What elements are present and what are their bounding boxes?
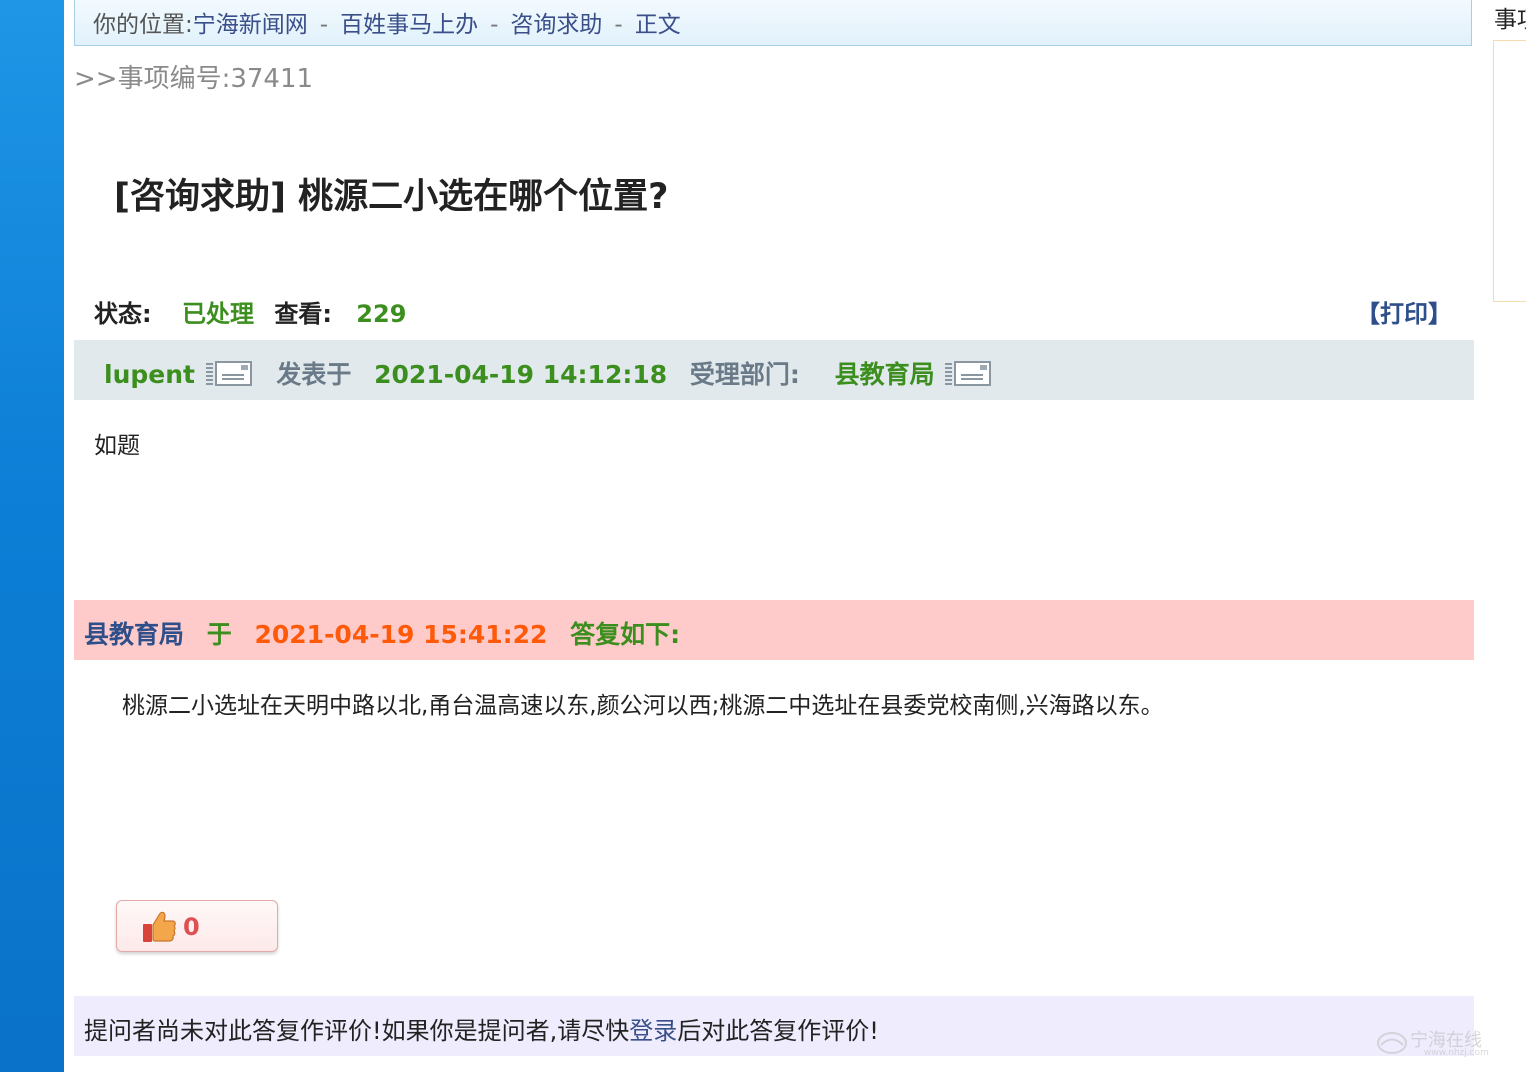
status-label: 状态: bbox=[94, 300, 152, 328]
left-decorative-bar bbox=[0, 0, 64, 1072]
thumbs-up-icon bbox=[143, 911, 176, 942]
question-body: 如题 bbox=[94, 433, 140, 459]
watermark-url: www.nhzj.com bbox=[1424, 1048, 1489, 1058]
reply-body: 桃源二小选址在天明中路以北,甬台温高速以东,颜公河以西;桃源二中选址在县委党校南… bbox=[122, 693, 1164, 719]
posted-time: 2021-04-19 14:12:18 bbox=[374, 360, 668, 389]
item-number: >>事项编号:37411 bbox=[74, 64, 314, 94]
reply-label: 答复如下: bbox=[570, 620, 681, 649]
status-row: 状态: 已处理 查看: 229 【打印】 bbox=[94, 294, 1452, 329]
watermark-logo-icon bbox=[1377, 1032, 1407, 1054]
breadcrumb-separator: - bbox=[490, 12, 499, 38]
poster-bar: lupent 发表于 2021-04-19 14:12:18 受理部门: 县教育… bbox=[74, 340, 1474, 400]
right-panel-box bbox=[1493, 40, 1526, 302]
author-link[interactable]: lupent bbox=[104, 360, 195, 389]
page-title: [咨询求助] 桃源二小选在哪个位置? bbox=[114, 177, 669, 217]
reply-at-label: 于 bbox=[206, 620, 232, 649]
breadcrumb-separator: - bbox=[319, 12, 329, 38]
views-count: 229 bbox=[356, 300, 407, 328]
like-count: 0 bbox=[183, 913, 200, 941]
reply-dept: 县教育局 bbox=[84, 620, 185, 649]
message-author-icon[interactable] bbox=[204, 359, 254, 387]
evaluation-text-after: 后对此答复作评价! bbox=[677, 1017, 879, 1045]
breadcrumb-prefix: 你的位置: bbox=[93, 12, 193, 38]
main-content: 你的位置:宁海新闻网 - 百姓事马上办 - 咨询求助 - 正文 >>事项编号:37411 [… bbox=[74, 0, 1474, 1072]
like-button[interactable]: 0 bbox=[116, 900, 278, 952]
breadcrumb: 你的位置:宁海新闻网 - 百姓事马上办 - 咨询求助 - 正文 bbox=[74, 0, 1472, 46]
views-label: 查看: bbox=[274, 300, 332, 328]
message-dept-icon[interactable] bbox=[943, 359, 993, 387]
reply-header: 县教育局 于 2021-04-19 15:41:22 答复如下: bbox=[74, 600, 1474, 660]
breadcrumb-separator: - bbox=[614, 12, 623, 38]
site-watermark: 宁海在线 www.nhzj.com bbox=[1376, 1024, 1516, 1064]
status-value: 已处理 bbox=[181, 300, 254, 328]
breadcrumb-item-home[interactable]: 宁海新闻网 bbox=[193, 12, 308, 38]
right-panel-heading: 事项 bbox=[1494, 7, 1526, 33]
evaluation-notice: 提问者尚未对此答复作评价!如果你是提问者,请尽快登录后对此答复作评价! bbox=[74, 996, 1474, 1056]
reply-time: 2021-04-19 15:41:22 bbox=[254, 620, 548, 649]
login-link[interactable]: 登录 bbox=[629, 1017, 677, 1045]
breadcrumb-item-section[interactable]: 百姓事马上办 bbox=[340, 12, 478, 38]
dept-label: 受理部门: bbox=[689, 360, 800, 389]
evaluation-text-before: 提问者尚未对此答复作评价!如果你是提问者,请尽快 bbox=[84, 1017, 630, 1045]
dept-link[interactable]: 县教育局 bbox=[835, 360, 935, 389]
breadcrumb-item-current[interactable]: 正文 bbox=[635, 12, 681, 38]
posted-label: 发表于 bbox=[276, 360, 352, 389]
print-button[interactable]: 【打印】 bbox=[1356, 294, 1452, 329]
breadcrumb-item-category[interactable]: 咨询求助 bbox=[510, 12, 602, 38]
